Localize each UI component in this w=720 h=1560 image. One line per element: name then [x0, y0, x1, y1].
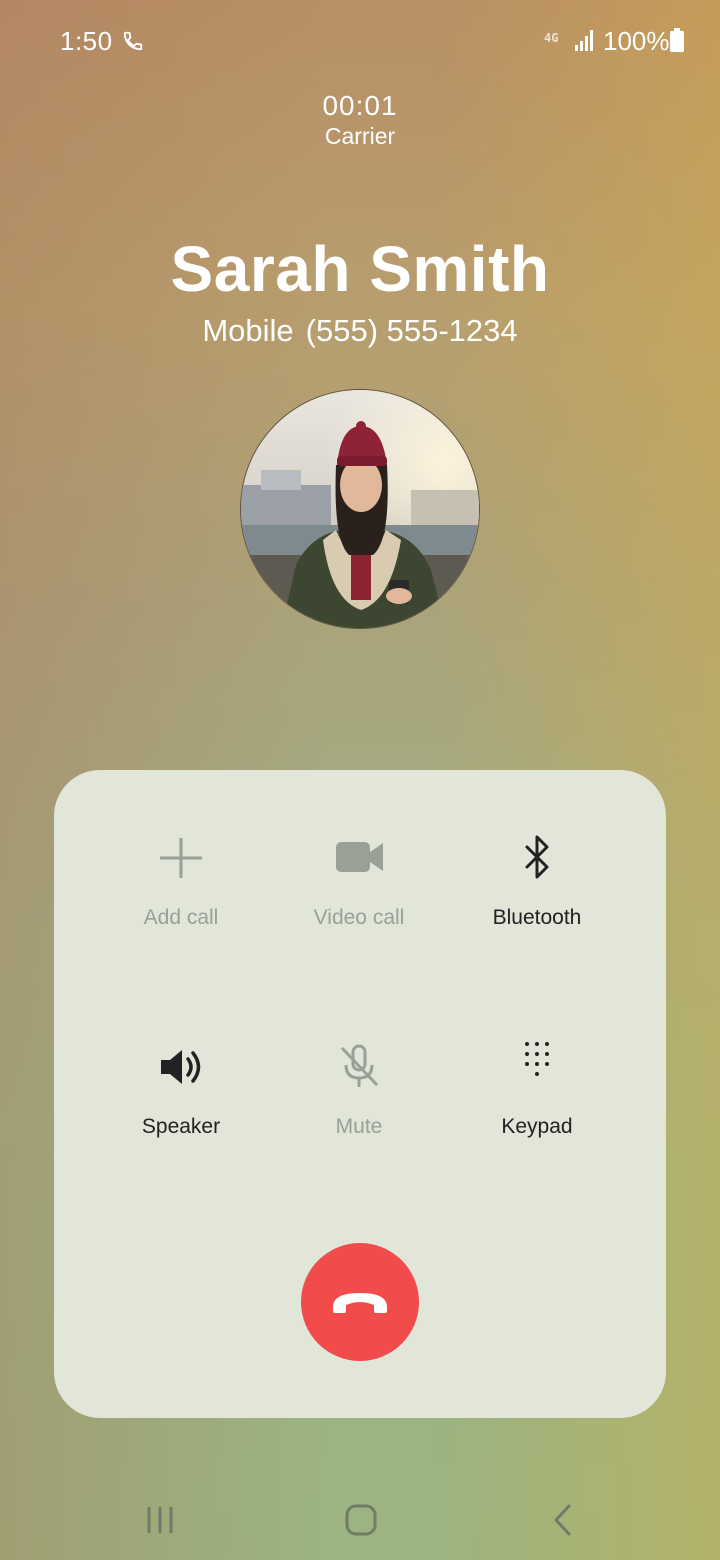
caller-number-line: Mobile (555) 555-1234 [0, 313, 720, 349]
battery-icon [670, 28, 684, 52]
network-type-icon: 4G [544, 31, 558, 45]
keypad-icon [525, 1042, 549, 1076]
home-icon[interactable] [340, 1500, 380, 1540]
ongoing-call-icon [123, 31, 143, 51]
end-call-button[interactable] [301, 1243, 419, 1361]
navigation-bar [0, 1470, 720, 1560]
mute-label: Mute [335, 1115, 383, 1138]
video-call-button[interactable]: Video call [269, 828, 449, 968]
phone-number: (555) 555-1234 [305, 313, 518, 348]
speaker-button[interactable]: Speaker [91, 1037, 271, 1177]
contact-photo [241, 390, 479, 628]
call-controls-panel: Add call Video call Bluetooth Speaker Mu… [54, 770, 666, 1418]
plus-icon [160, 838, 202, 878]
carrier-name: Carrier [324, 123, 396, 149]
keypad-button[interactable]: Keypad [447, 1037, 627, 1177]
back-icon[interactable] [544, 1500, 584, 1540]
status-time: 1:50 [60, 26, 113, 56]
hang-up-icon [333, 1293, 387, 1313]
number-type: Mobile [202, 313, 294, 348]
mute-button[interactable]: Mute [269, 1037, 449, 1177]
recents-icon[interactable] [140, 1500, 180, 1540]
status-bar: 1:50 4G 100% [0, 0, 720, 84]
caller-avatar [240, 389, 480, 629]
network-type-label: 4G [544, 31, 558, 45]
speaker-label: Speaker [141, 1115, 221, 1138]
caller-name: Sarah Smith [170, 233, 550, 305]
battery-percentage: 100% [603, 26, 670, 56]
video-call-label: Video call [313, 906, 405, 929]
speaker-icon [161, 1050, 201, 1084]
add-call-button[interactable]: Add call [91, 828, 271, 968]
bluetooth-label: Bluetooth [492, 906, 582, 929]
bluetooth-button[interactable]: Bluetooth [447, 828, 627, 968]
add-call-label: Add call [143, 906, 219, 929]
signal-strength-icon [575, 30, 593, 51]
keypad-label: Keypad [501, 1115, 573, 1138]
microphone-off-icon [340, 1044, 379, 1087]
video-camera-icon [336, 842, 383, 872]
call-timer: 00:01 [322, 90, 398, 121]
bluetooth-icon [525, 835, 549, 879]
